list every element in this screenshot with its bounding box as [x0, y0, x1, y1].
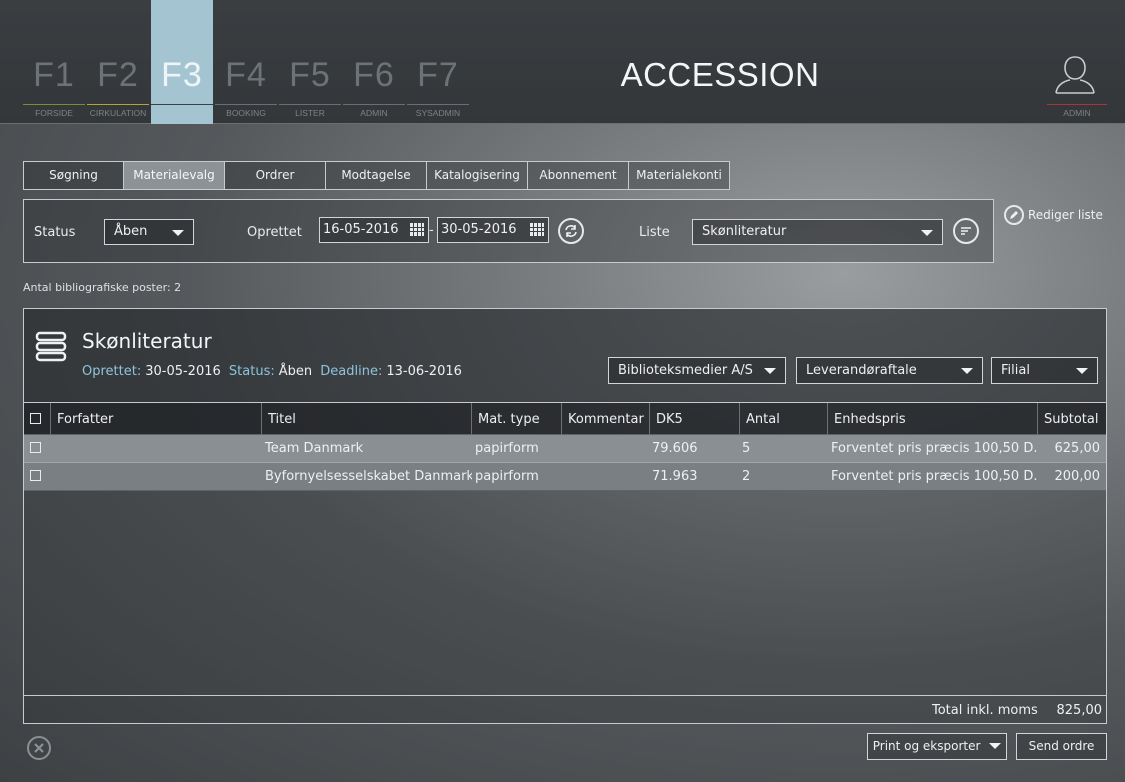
col-antal[interactable]: Antal [740, 403, 828, 436]
row-checkbox[interactable] [30, 470, 41, 481]
tab-abonnement[interactable]: Abonnement [528, 161, 629, 190]
order-title: Skønliteratur [82, 329, 212, 353]
col-kommentar[interactable]: Kommentar [562, 403, 650, 436]
chevron-down-icon [1076, 368, 1088, 374]
table-row[interactable]: Team Danmark papirform 79.606 5 Forvente… [24, 435, 1106, 463]
fkey-f5[interactable]: F5 LISTER [279, 0, 341, 124]
date-from-field[interactable]: 16-05-2016 [319, 217, 429, 243]
order-table: Forfatter Titel Mat. type Kommentar DK5 … [24, 402, 1106, 491]
send-order-button[interactable]: Send ordre [1016, 733, 1107, 760]
chevron-down-icon [764, 368, 776, 374]
table-header: Forfatter Titel Mat. type Kommentar DK5 … [24, 402, 1106, 436]
fkey-f1[interactable]: F1 FORSIDE [23, 0, 85, 124]
tab-ordrer[interactable]: Ordrer [225, 161, 326, 190]
date-to-field[interactable]: 30-05-2016 [437, 217, 549, 243]
user-label: ADMIN [1063, 108, 1091, 118]
refresh-icon[interactable] [558, 218, 584, 244]
tab-materialevalg[interactable]: Materialevalg [124, 161, 225, 190]
fkey-f4[interactable]: F4 BOOKING [215, 0, 277, 124]
fkey-f3[interactable]: F3 [151, 0, 213, 124]
total-bar: Total inkl. moms 825,00 [24, 695, 1106, 723]
filter-panel: Status Åben Oprettet 16-05-2016 - 30-05-… [23, 199, 994, 263]
liste-select[interactable]: Skønliteratur [692, 219, 943, 245]
oprettet-label: Oprettet [247, 225, 302, 240]
col-subtotal[interactable]: Subtotal [1038, 403, 1106, 436]
fkey-f2[interactable]: F2 CIRKULATION [87, 0, 149, 124]
col-enhedspris[interactable]: Enhedspris [828, 403, 1038, 436]
col-dk5[interactable]: DK5 [650, 403, 740, 436]
tab-soegning[interactable]: Søgning [23, 161, 124, 190]
col-forfatter[interactable]: Forfatter [51, 403, 262, 436]
print-export-button[interactable]: Print og eksporter [867, 733, 1007, 760]
order-panel: Skønliteratur Oprettet: 30-05-2016 Status… [23, 308, 1107, 724]
close-icon[interactable] [27, 736, 51, 760]
table-row[interactable]: Byfornyelsesselskabet Danmark papirform … [24, 463, 1106, 491]
app-title: ACCESSION [620, 56, 820, 93]
tab-modtagelse[interactable]: Modtagelse [326, 161, 427, 190]
order-header: Skønliteratur Oprettet: 30-05-2016 Status… [24, 309, 1106, 402]
top-bar: F1 FORSIDE F2 CIRKULATION F3 F4 BOOKING … [0, 0, 1125, 124]
sub-tabs: Søgning Materialevalg Ordrer Modtagelse … [23, 161, 730, 190]
user-icon[interactable] [1054, 54, 1096, 94]
total-value: 825,00 [1056, 703, 1103, 718]
rediger-liste-button[interactable]: Rediger liste [1004, 205, 1103, 225]
tab-materialekonti[interactable]: Materialekonti [629, 161, 730, 190]
fkey-f6[interactable]: F6 ADMIN [343, 0, 405, 124]
row-checkbox[interactable] [30, 442, 41, 453]
order-meta: Oprettet: 30-05-2016 Status: Åben Deadline… [82, 364, 462, 379]
tab-katalogisering[interactable]: Katalogisering [427, 161, 528, 190]
status-label: Status [34, 225, 76, 240]
fkey-f7[interactable]: F7 SYSADMIN [407, 0, 469, 124]
select-all-checkbox[interactable] [30, 413, 41, 424]
chevron-down-icon [921, 230, 933, 236]
record-count: Antal bibliografiske poster: 2 [23, 281, 182, 294]
list-details-icon[interactable] [953, 218, 979, 244]
status-select[interactable]: Åben [104, 219, 194, 245]
edit-icon [1004, 205, 1024, 225]
branch-select[interactable]: Filial [991, 357, 1098, 384]
calendar-icon[interactable] [410, 223, 424, 236]
chevron-down-icon [961, 368, 973, 374]
chevron-down-icon [172, 230, 184, 236]
col-titel[interactable]: Titel [262, 403, 472, 436]
total-label: Total inkl. moms [932, 703, 1038, 718]
supplier-select[interactable]: Biblioteksmedier A/S [608, 357, 786, 384]
chevron-down-icon [989, 743, 1002, 749]
col-mat-type[interactable]: Mat. type [472, 403, 562, 436]
calendar-icon[interactable] [530, 223, 544, 236]
liste-label: Liste [639, 225, 670, 240]
agreement-select[interactable]: Leverandøraftale [796, 357, 983, 384]
books-icon [35, 331, 67, 362]
